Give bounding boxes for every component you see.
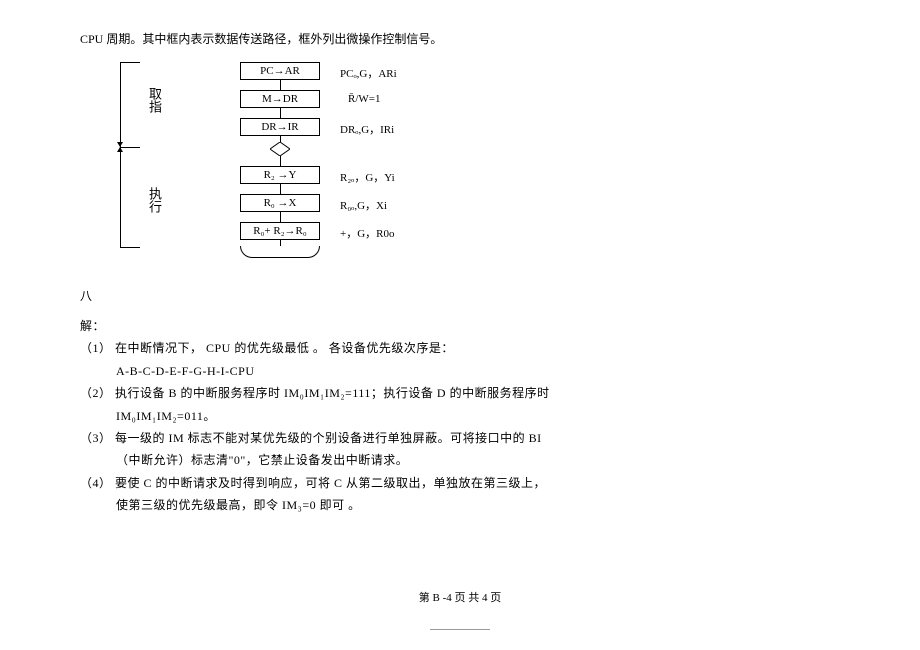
annot-3: DRₒ,G，IRi [340, 121, 394, 137]
flowchart: 取指 执行 PC→AR M→DR DR→IR R₂ →Y R₀ →X R₀+ R… [110, 62, 840, 262]
box-pc-ar: PC→AR [240, 62, 320, 80]
answer-header: 解： [80, 316, 840, 336]
section-eight-heading: 八 [80, 287, 840, 304]
ans-1-l1: （1） 在中断情况下， CPU 的优先级最低 。 各设备优先级次序是： [80, 338, 840, 358]
conn-5 [280, 184, 281, 194]
answers-block: 解： （1） 在中断情况下， CPU 的优先级最低 。 各设备优先级次序是： A… [80, 316, 840, 516]
conn-1 [280, 80, 281, 90]
ans-3-l1: （3） 每一级的 IM 标志不能对某优先级的个别设备进行单独屏蔽。可将接口中的 … [80, 428, 840, 448]
page-footer: 第 B -4 页 共 4 页 [0, 589, 920, 605]
footer-rule [430, 629, 490, 630]
bracket-bot [120, 247, 140, 248]
intro-text: CPU 周期。其中框内表示数据传送路径，框外列出微操作控制信号。 [80, 30, 840, 47]
bracket-mid [120, 147, 140, 148]
ans-4-l1: （4） 要使 C 的中断请求及时得到响应，可将 C 从第二级取出，单独放在第三级… [80, 473, 840, 493]
annot-4: R₂ₒ，G，Yi [340, 169, 395, 185]
annot-2: R̄/W=1 [348, 93, 380, 105]
ans-2-l2: IM₀IM₁IM₂=011。 [80, 406, 840, 426]
end-terminator [240, 246, 320, 258]
page-content: CPU 周期。其中框内表示数据传送路径，框外列出微操作控制信号。 取指 执行 P… [0, 0, 920, 548]
decision-diamond [270, 142, 290, 156]
bracket-top [120, 62, 140, 63]
bracket-v2 [120, 147, 121, 247]
annot-5: R₀ₒ,G，Xi [340, 197, 387, 213]
ans-2-l1: （2） 执行设备 B 的中断服务程序时 IM₀IM₁IM₂=111；执行设备 D… [80, 383, 840, 403]
phase-execute-label: 执行 [145, 187, 164, 213]
conn-4 [280, 156, 281, 166]
ans-3-l2: （中断允许）标志清"0"，它禁止设备发出中断请求。 [80, 450, 840, 470]
box-m-dr: M→DR [240, 90, 320, 108]
conn-2 [280, 108, 281, 118]
bracket-arrow-up [117, 147, 123, 152]
box-r0-x: R₀ →X [240, 194, 320, 212]
box-r2-y: R₂ →Y [240, 166, 320, 184]
box-dr-ir: DR→IR [240, 118, 320, 136]
phase-fetch-label: 取指 [145, 87, 164, 113]
conn-6 [280, 212, 281, 222]
bracket-v1 [120, 62, 121, 147]
ans-1-l2: A-B-C-D-E-F-G-H-I-CPU [80, 361, 840, 381]
annot-6: +，G，R0o [340, 225, 394, 241]
annot-1: PCₒ,G，ARi [340, 65, 397, 81]
ans-4-l2: 使第三级的优先级最高，即令 IM₃=0 即可 。 [80, 495, 840, 515]
box-r0r2: R₀+ R₂→R₀ [240, 222, 320, 240]
